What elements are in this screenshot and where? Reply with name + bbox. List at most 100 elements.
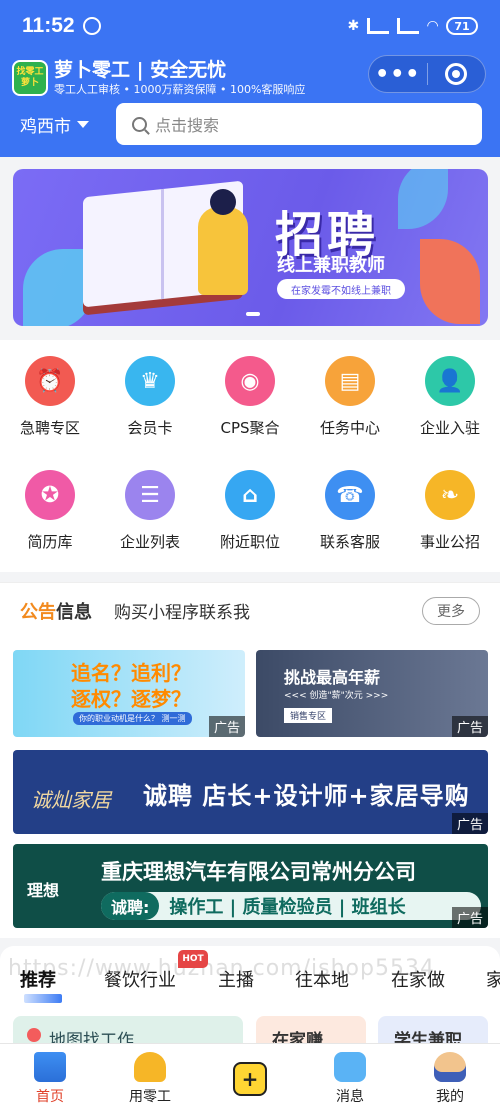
search-input[interactable]: 点击搜索 <box>116 103 482 145</box>
nav-home[interactable]: 首页 <box>0 1044 100 1111</box>
leaf-icon: ❧ <box>425 470 475 520</box>
crown-icon: ♛ <box>125 356 175 406</box>
worker-icon <box>134 1052 166 1082</box>
feature-grid: ⏰ 急聘专区 ♛ 会员卡 ◉ CPS聚合 ▤ 任务中心 👤 企业入驻 ✪ 简历库… <box>0 340 500 572</box>
card-map-jobs[interactable]: 地图找工作 <box>13 1016 243 1046</box>
ad3-logo: 诚灿家居 <box>31 788 111 812</box>
grid-item-resumes[interactable]: ✪ 简历库 <box>0 470 100 552</box>
notice-label-a: 公告 <box>20 601 56 623</box>
ad2-badge: 销售专区 <box>284 708 333 723</box>
ad-tag: 广告 <box>451 813 488 834</box>
grid-item-nearby-jobs[interactable]: ⌂ 附近职位 <box>200 470 300 552</box>
ad2-title: 挑战最高年薪 <box>284 668 381 687</box>
recruit-banner[interactable]: 招聘 线上兼职教师 在家发霉不如线上兼职 <box>13 169 488 326</box>
nav-profile[interactable]: 我的 <box>400 1044 500 1111</box>
banner-subtitle: 线上兼职教师 <box>277 255 385 276</box>
app-logo-bottom: 萝卜 <box>20 78 39 88</box>
ad-lixiang-auto[interactable]: 理想 重庆理想汽车有限公司常州分公司 诚聘: 操作工 | 质量检验员 | 班组长… <box>13 844 488 928</box>
ad-tag: 广告 <box>208 716 245 737</box>
card-earn-at-home[interactable]: 在家赚 <box>256 1016 366 1046</box>
ad-highest-salary[interactable]: 挑战最高年薪 <<< 创造"薪"次元 >>> 销售专区 广告 <box>256 650 488 737</box>
grid-item-public-jobs[interactable]: ❧ 事业公招 <box>400 470 500 552</box>
grid-item-cps[interactable]: ◉ CPS聚合 <box>200 356 300 438</box>
grid-item-label: 附近职位 <box>219 533 280 551</box>
grid-item-label: CPS聚合 <box>220 419 280 437</box>
tab-more[interactable]: 家 <box>486 966 500 992</box>
grid-item-membership[interactable]: ♛ 会员卡 <box>100 356 200 438</box>
card-student-part-time[interactable]: 学生兼职 <box>378 1016 488 1046</box>
grid-item-tasks[interactable]: ▤ 任务中心 <box>300 356 400 438</box>
grid-item-label: 会员卡 <box>127 419 173 437</box>
alarm-icon: ⏰ <box>25 356 75 406</box>
grid-item-enterprise-join[interactable]: 👤 企业入驻 <box>400 356 500 438</box>
ad-career-motive[interactable]: 追名？追利？ 逐权？逐梦？ 你的职业动机是什么？ 测一测 广告 <box>13 650 245 737</box>
grid-item-companies[interactable]: ☰ 企业列表 <box>100 470 200 552</box>
film-icon: ◉ <box>225 356 275 406</box>
search-placeholder: 点击搜索 <box>155 116 220 135</box>
ad2-subtitle: <<< 创造"薪"次元 >>> <box>284 691 389 701</box>
app-logo-top: 找零工 <box>16 67 44 77</box>
grid-item-label: 任务中心 <box>319 419 380 437</box>
tab-catering[interactable]: 餐饮行业 <box>104 966 176 992</box>
header: 11:52 ✱ ◠ 71 找零工 萝卜 萝卜零工 | 安全无忧 零工人工审核 •… <box>0 0 500 157</box>
signal-icon-2 <box>397 18 420 34</box>
nav-publish[interactable]: + <box>200 1044 300 1111</box>
ads-section: 追名？追利？ 逐权？逐梦？ 你的职业动机是什么？ 测一测 广告 挑战最高年薪 <… <box>0 638 500 938</box>
carousel-indicator <box>246 312 260 316</box>
badge-icon: ✪ <box>25 470 75 520</box>
tab-streamer[interactable]: 主播 <box>218 966 254 992</box>
tab-local[interactable]: 往本地 <box>295 966 349 992</box>
ad4-title: 重庆理想汽车有限公司常州分公司 <box>101 860 416 884</box>
grid-item-label: 企业入驻 <box>419 419 480 437</box>
miniprogram-capsule: ••• <box>368 55 486 93</box>
profile-icon <box>434 1052 466 1082</box>
alarm-icon <box>82 17 101 35</box>
app-logo: 找零工 萝卜 <box>12 60 48 96</box>
tab-recommend[interactable]: 推荐 <box>20 966 56 992</box>
bluetooth-icon: ✱ <box>347 18 360 34</box>
grid-item-support[interactable]: ☎ 联系客服 <box>300 470 400 552</box>
grid-item-label: 简历库 <box>27 533 73 551</box>
bottom-nav: 首页 用零工 + 消息 我的 <box>0 1043 500 1111</box>
nav-label: 用零工 <box>129 1089 171 1105</box>
status-bar: 11:52 ✱ ◠ 71 <box>0 0 500 52</box>
nav-hire[interactable]: 用零工 <box>100 1044 200 1111</box>
app-subtitle: 零工人工审核 • 1000万薪资保障 • 100%客服响应 <box>54 83 306 96</box>
more-menu-icon[interactable]: ••• <box>369 62 427 87</box>
city-name: 鸡西市 <box>20 117 71 137</box>
nav-label: 消息 <box>336 1089 364 1105</box>
home-icon <box>34 1052 66 1082</box>
hot-badge: HOT <box>178 950 208 968</box>
wifi-icon: ◠ <box>427 18 438 34</box>
notice-message[interactable]: 购买小程序联系我 <box>114 598 250 623</box>
dropdown-arrow-icon <box>77 121 89 128</box>
plus-icon: + <box>233 1062 267 1096</box>
message-icon <box>334 1052 366 1082</box>
notice-label-b: 信息 <box>56 601 92 623</box>
app-title: 萝卜零工 | 安全无忧 <box>54 59 227 81</box>
status-icons: ✱ ◠ 71 <box>347 17 478 35</box>
ad4-positions: 诚聘: 操作工 | 质量检验员 | 班组长 <box>101 892 481 920</box>
teacher-illustration <box>198 189 248 295</box>
ad-home-furnishing[interactable]: 诚灿家居 诚聘 店长+设计师+家居导购 广告 <box>13 750 488 834</box>
battery-icon: 71 <box>446 17 478 35</box>
ad-tag: 广告 <box>451 716 488 737</box>
close-miniprogram-icon[interactable] <box>427 63 485 85</box>
city-selector[interactable]: 鸡西市 <box>20 112 89 137</box>
status-time: 11:52 <box>22 14 75 37</box>
more-button[interactable]: 更多 <box>422 597 480 625</box>
ad3-text: 诚聘 店长+设计师+家居导购 <box>143 782 470 810</box>
chat-icon: ☰ <box>125 470 175 520</box>
nav-label: 我的 <box>436 1089 464 1105</box>
grid-item-label: 急聘专区 <box>19 419 80 437</box>
grid-item-urgent[interactable]: ⏰ 急聘专区 <box>0 356 100 438</box>
map-pin-icon <box>27 1028 41 1042</box>
ad4-badge: 诚聘: <box>101 892 160 920</box>
ad1-subtext: 你的职业动机是什么？ 测一测 <box>73 712 192 725</box>
shop-icon: ⌂ <box>225 470 275 520</box>
active-tab-underline <box>24 994 62 1003</box>
nav-messages[interactable]: 消息 <box>300 1044 400 1111</box>
grid-item-label: 联系客服 <box>319 533 380 551</box>
tab-work-from-home[interactable]: 在家做 <box>391 966 445 992</box>
banner-pill: 在家发霉不如线上兼职 <box>277 279 405 299</box>
